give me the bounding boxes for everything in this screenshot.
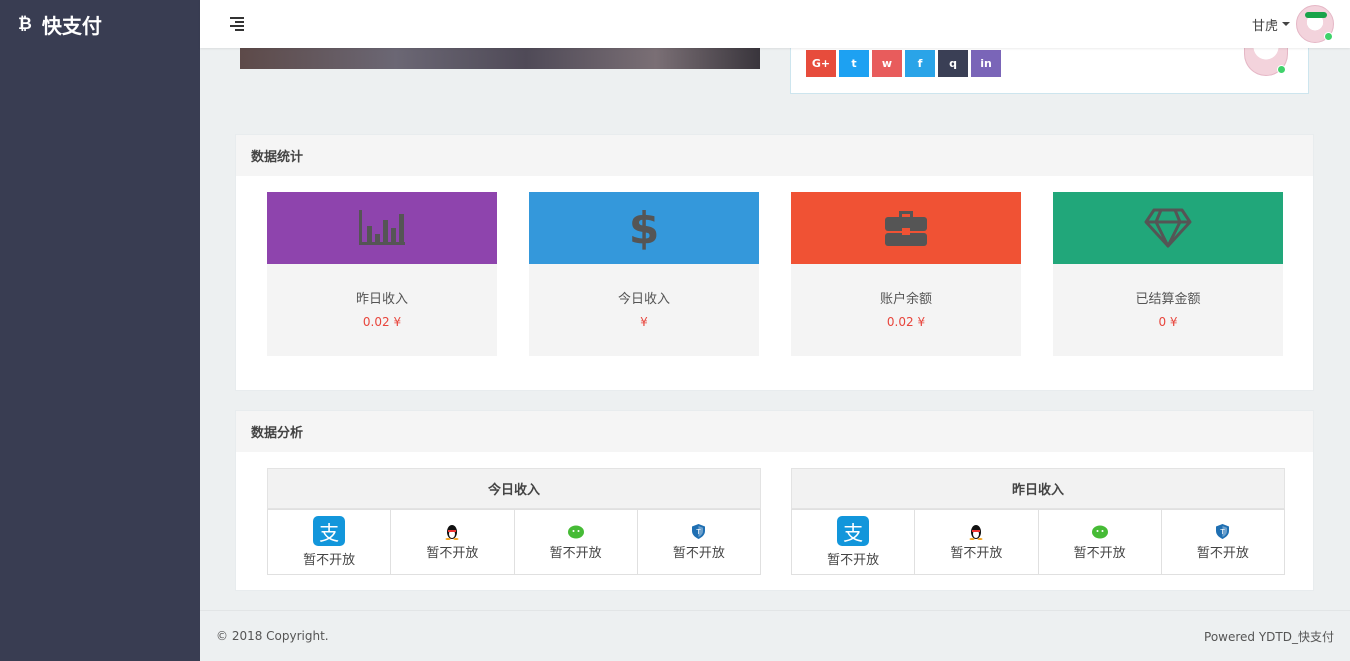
channel-wechat: 暂不开放 [1037,509,1162,575]
copyright-text: © 2018 Copyright. [216,629,329,643]
facebook-button[interactable]: f [905,50,935,77]
brand-logo[interactable]: ₿ 快支付 [0,0,200,48]
channel-qq: 暂不开放 [390,509,515,575]
weibo-icon: w [881,57,893,70]
channel-qq: 暂不开放 [914,509,1039,575]
panel-title: 数据分析 [236,411,1313,452]
wechat-icon [567,524,584,540]
channel-status: 暂不开放 [1196,545,1249,561]
stat-label: 昨日收入 [355,292,408,307]
weibo-button[interactable]: w [872,50,902,77]
avatar [1296,5,1334,43]
stat-card-settled-amount: 已结算金额 0 ¥ [1053,192,1283,356]
svg-text:T: T [696,528,702,536]
channel-status: 暂不开放 [950,545,1003,561]
channel-status: 暂不开放 [303,553,356,568]
stat-label: 今日收入 [617,292,670,307]
grid-title: 昨日收入 [791,468,1285,509]
stat-card-header [1053,192,1283,264]
linkedin-icon: in [980,57,992,70]
menu-icon[interactable] [230,17,244,31]
user-name: 甘虎 [1251,18,1278,34]
today-income-grid: 今日收入 支 暂不开放 暂不开放 暂不开放 T 暂不开放 [267,468,761,575]
qq-penguin-icon [969,524,983,540]
panel-title: 数据统计 [236,135,1313,176]
qq-penguin-icon [445,524,459,540]
stat-card-yesterday-income: 昨日收入 0.02 ¥ [267,192,497,356]
stat-card-today-income: $ 今日收入 ¥ [529,192,759,356]
brand-name: 快支付 [41,13,102,38]
dollar-icon: $ [628,202,660,254]
yesterday-income-grid: 昨日收入 支 暂不开放 暂不开放 暂不开放 T 暂不开放 [791,468,1285,575]
wechat-icon [1091,524,1108,540]
svg-text:T: T [1220,528,1226,536]
facebook-icon: f [917,57,923,70]
stat-value: 0.02 ¥ [362,315,402,329]
channel-shield: T 暂不开放 [1160,509,1285,575]
channel-shield: T 暂不开放 [636,509,761,575]
grid-title: 今日收入 [267,468,761,509]
channel-status: 暂不开放 [426,545,479,561]
stat-value: 0 ¥ [1158,315,1178,329]
twitter-button[interactable]: t [839,50,869,77]
shield-icon: T [692,524,706,540]
channel-status: 暂不开放 [1073,545,1126,561]
briefcase-icon [885,211,927,246]
bitcoin-icon: ₿ [18,14,32,34]
sidebar: ₿ 快支付 [0,0,200,661]
stat-card-header [267,192,497,264]
footer: © 2018 Copyright. Powered YDTD_快支付 [200,610,1350,661]
alipay-icon: 支 [837,516,870,546]
channel-wechat: 暂不开放 [513,509,638,575]
diamond-icon [1144,208,1192,248]
powered-by-text: Powered YDTD_快支付 [1204,629,1334,644]
stat-label: 账户余额 [879,292,932,307]
banner-image [240,48,760,69]
stat-value: ¥ [640,315,648,329]
caret-down-icon [1282,22,1290,26]
google-plus-icon: G+ [811,57,831,70]
channel-alipay: 支 暂不开放 [791,509,916,575]
analysis-panel: 数据分析 今日收入 支 暂不开放 暂不开放 暂不开放 T 暂不开放 昨日收入 支… [235,410,1314,591]
qq-button[interactable]: q [938,50,968,77]
stat-card-header: $ [529,192,759,264]
channel-status: 暂不开放 [672,545,725,561]
social-buttons: G+ t w f q in [806,50,1001,77]
shield-icon: T [1216,524,1230,540]
topbar: 甘虎 [200,0,1350,48]
twitter-icon: t [851,57,857,70]
main-content: G+ t w f q in 数据统计 昨日收入 0.02 ¥ $ 今日收入 ¥ … [200,40,1350,610]
profile-card: G+ t w f q in [790,40,1309,94]
channel-status: 暂不开放 [549,545,602,561]
stat-value: 0.02 ¥ [886,315,926,329]
channel-status: 暂不开放 [827,553,880,568]
google-plus-button[interactable]: G+ [806,50,836,77]
channel-alipay: 支 暂不开放 [267,509,392,575]
stat-card-header [791,192,1021,264]
bar-chart-icon [359,210,405,245]
qq-icon: q [949,57,957,70]
user-menu[interactable]: 甘虎 [1252,4,1334,44]
stat-card-account-balance: 账户余额 0.02 ¥ [791,192,1021,356]
linkedin-button[interactable]: in [971,50,1001,77]
stat-label: 已结算金额 [1135,292,1201,307]
stats-panel: 数据统计 昨日收入 0.02 ¥ $ 今日收入 ¥ 账户余额 0.02 ¥ 已结… [235,134,1314,391]
alipay-icon: 支 [313,516,346,546]
